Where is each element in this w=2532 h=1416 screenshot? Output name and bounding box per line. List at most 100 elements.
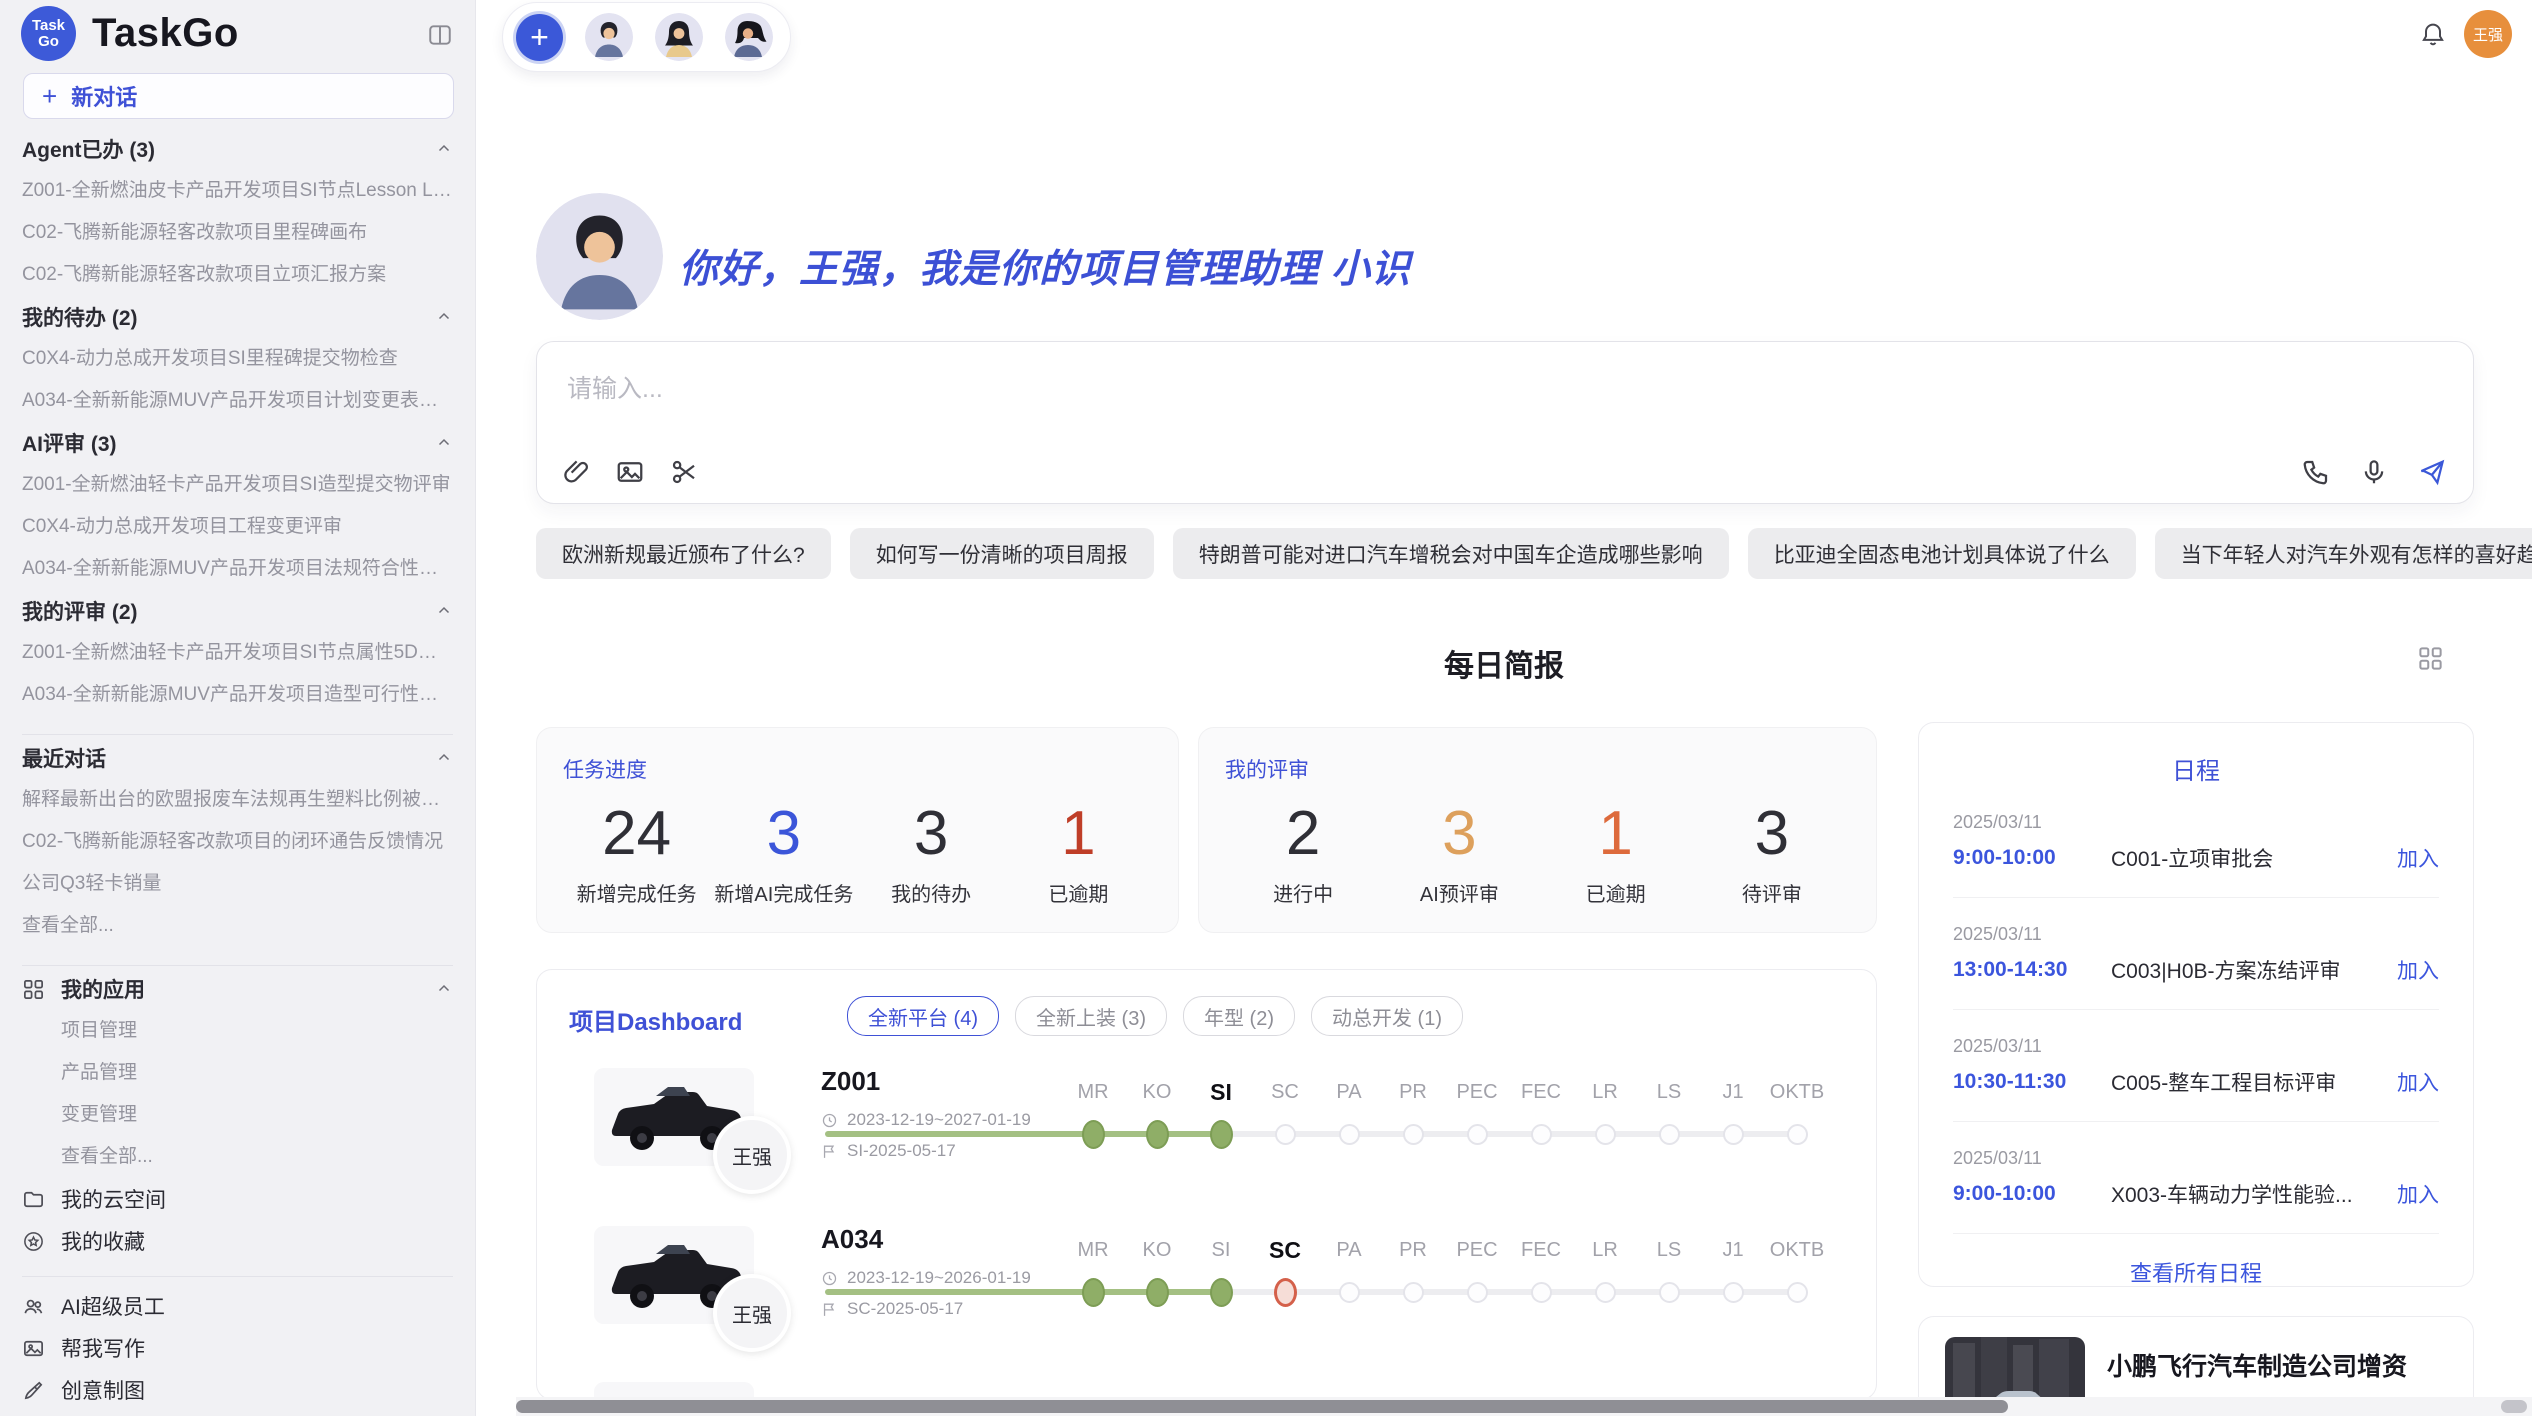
logo-line1: Task: [32, 18, 65, 34]
user-avatar[interactable]: 王强: [2464, 10, 2512, 58]
join-meeting-button[interactable]: 加入: [2397, 1179, 2439, 1209]
microphone-icon[interactable]: [2359, 457, 2389, 487]
milestone-track: MRKOSISCPAPRPECFECLRLSJ1OKTB: [1061, 1064, 1861, 1194]
project-name: A034: [821, 1224, 883, 1255]
schedule-date: 2025/03/11: [1953, 1036, 2439, 1057]
milestone-node-LR: [1595, 1124, 1616, 1145]
recent-chat-item[interactable]: 公司Q3轻卡销量: [22, 863, 453, 905]
suggestion-chip[interactable]: 比亚迪全固态电池计划具体说了什么: [1748, 528, 2136, 579]
filter-new-platform[interactable]: 全新平台 (4): [847, 996, 999, 1036]
sidebar-item-help-me-write[interactable]: 帮我写作: [22, 1327, 453, 1369]
sidebar-task-item[interactable]: Z001-全新燃油轻卡产品开发项目SI造型提交物评审: [22, 464, 453, 506]
section-header-my-review[interactable]: 我的评审 (2): [22, 590, 453, 632]
suggestion-chip[interactable]: 当下年轻人对汽车外观有怎样的喜好趋势: [2155, 528, 2532, 579]
sidebar-item-ai-super-staff[interactable]: AI超级员工: [22, 1285, 453, 1327]
schedule-time: 9:00-10:00: [1953, 1182, 2111, 1206]
app-item-change-mgmt[interactable]: 变更管理: [22, 1094, 453, 1136]
agent-avatar-1[interactable]: [585, 13, 633, 61]
sidebar-item-favorites[interactable]: 我的收藏: [22, 1220, 453, 1262]
sidebar-task-item[interactable]: C02-飞腾新能源轻客改款项目里程碑画布: [22, 212, 453, 254]
project-row[interactable]: 王强 Z001 2023-12-19~2027-01-19 SI-2025-05…: [537, 1064, 1877, 1194]
sidebar-task-item[interactable]: C0X4-动力总成开发项目工程变更评审: [22, 506, 453, 548]
milestone-label: LS: [1637, 1236, 1701, 1264]
schedule-item: 2025/03/11 9:00-10:00 X003-车辆动力学性能验... 加…: [1953, 1122, 2439, 1234]
image-upload-icon[interactable]: [615, 457, 645, 487]
project-flag-milestone: SC-2025-05-17: [821, 1299, 963, 1319]
milestone-node-LS: [1659, 1282, 1680, 1303]
message-composer: [536, 341, 2474, 504]
section-header-agent-done[interactable]: Agent已办 (3): [22, 128, 453, 170]
milestone-LS: LS: [1637, 1064, 1701, 1145]
collapse-sidebar-icon[interactable]: [427, 22, 453, 48]
sidebar-task-item[interactable]: A034-全新新能源MUV产品开发项目计划变更表编写: [22, 380, 453, 422]
filter-new-body[interactable]: 全新上装 (3): [1015, 996, 1167, 1036]
new-chat-button[interactable]: + 新对话: [23, 73, 454, 119]
sidebar-item-my-apps[interactable]: 我的应用: [22, 968, 453, 1010]
sidebar-item-creative-drawing[interactable]: 创意制图: [22, 1369, 453, 1411]
apps-view-all[interactable]: 查看全部...: [22, 1136, 453, 1178]
milestone-PEC: PEC: [1445, 1064, 1509, 1145]
chevron-up-icon: [435, 980, 453, 998]
milestone-node-SI: [1210, 1278, 1233, 1307]
suggestion-chip[interactable]: 欧洲新规最近颁布了什么?: [536, 528, 831, 579]
project-flag-milestone: SI-2025-05-17: [821, 1141, 956, 1161]
agent-avatar-2[interactable]: [655, 13, 703, 61]
section-header-my-todo[interactable]: 我的待办 (2): [22, 296, 453, 338]
agent-avatar-3[interactable]: [725, 13, 773, 61]
phone-call-icon[interactable]: [2301, 457, 2331, 487]
filter-model-year[interactable]: 年型 (2): [1183, 996, 1295, 1036]
milestone-J1: J1: [1701, 1064, 1765, 1145]
scrollbar-corner-thumb[interactable]: [2501, 1400, 2527, 1413]
send-icon[interactable]: [2417, 457, 2447, 487]
assistant-avatar: [536, 193, 663, 320]
milestone-label: PEC: [1445, 1078, 1509, 1106]
recent-chats-view-all[interactable]: 查看全部...: [22, 905, 453, 947]
section-header-ai-review[interactable]: AI评审 (3): [22, 422, 453, 464]
join-meeting-button[interactable]: 加入: [2397, 955, 2439, 985]
sidebar-task-item[interactable]: A034-全新新能源MUV产品开发项目法规符合性评审: [22, 548, 453, 590]
milestone-label: SI: [1189, 1078, 1253, 1106]
suggestion-chip[interactable]: 特朗普可能对进口汽车增税会对中国车企造成哪些影响: [1173, 528, 1729, 579]
briefing-layout-icon[interactable]: [2417, 645, 2444, 672]
add-agent-button[interactable]: +: [516, 14, 563, 61]
recent-chat-item[interactable]: C02-飞腾新能源轻客改款项目的闭环通告反馈情况: [22, 821, 453, 863]
milestone-node-PEC: [1467, 1282, 1488, 1303]
milestone-label: FEC: [1509, 1078, 1573, 1106]
recent-chat-item[interactable]: 解释最新出台的欧盟报废车法规再生塑料比例被调至15%...: [22, 779, 453, 821]
join-meeting-button[interactable]: 加入: [2397, 843, 2439, 873]
milestone-PEC: PEC: [1445, 1222, 1509, 1303]
sidebar-item-cloud-space[interactable]: 我的云空间: [22, 1178, 453, 1220]
app-item-product-mgmt[interactable]: 产品管理: [22, 1052, 453, 1094]
notification-bell-icon[interactable]: [2419, 20, 2447, 48]
stat-block: 1 已逾期: [1005, 798, 1152, 907]
milestone-KO: KO: [1125, 1064, 1189, 1149]
schedule-item: 2025/03/11 10:30-11:30 C005-整车工程目标评审 加入: [1953, 1010, 2439, 1122]
filter-powertrain[interactable]: 动总开发 (1): [1311, 996, 1463, 1036]
sidebar-task-item[interactable]: A034-全新新能源MUV产品开发项目造型可行性评审: [22, 674, 453, 716]
chevron-up-icon: [435, 602, 453, 620]
app-item-project-mgmt[interactable]: 项目管理: [22, 1010, 453, 1052]
attachment-icon[interactable]: [561, 457, 591, 487]
milestone-OKTB: OKTB: [1765, 1064, 1829, 1145]
view-all-schedule-link[interactable]: 查看所有日程: [1953, 1256, 2439, 1288]
sidebar-task-item[interactable]: Z001-全新燃油轻卡产品开发项目SI节点属性5D文件评审: [22, 632, 453, 674]
milestone-label: SC: [1253, 1236, 1317, 1264]
screenshot-scissors-icon[interactable]: [669, 457, 699, 487]
section-header-recent-chats[interactable]: 最近对话: [22, 737, 453, 779]
card-title: 任务进度: [563, 754, 1152, 784]
suggestion-chip[interactable]: 如何写一份清晰的项目周报: [850, 528, 1154, 579]
sidebar-task-item[interactable]: C0X4-动力总成开发项目SI里程碑提交物检查: [22, 338, 453, 380]
join-meeting-button[interactable]: 加入: [2397, 1067, 2439, 1097]
sidebar-task-item[interactable]: Z001-全新燃油皮卡产品开发项目SI节点Lesson Learn报告: [22, 170, 453, 212]
milestone-SC: SC: [1253, 1064, 1317, 1145]
folder-icon: [22, 1188, 45, 1211]
milestone-node-MR: [1082, 1278, 1105, 1307]
message-input[interactable]: [565, 366, 1969, 412]
schedule-date: 2025/03/11: [1953, 924, 2439, 945]
project-row[interactable]: 王强 A034 2023-12-19~2026-01-19 SC-2025-05…: [537, 1222, 1877, 1352]
horizontal-scrollbar-thumb[interactable]: [516, 1400, 2008, 1413]
new-chat-label: 新对话: [71, 80, 137, 112]
sidebar-task-item[interactable]: C02-飞腾新能源轻客改款项目立项汇报方案: [22, 254, 453, 296]
project-owner-avatar: 王强: [713, 1116, 791, 1194]
schedule-date: 2025/03/11: [1953, 1148, 2439, 1169]
